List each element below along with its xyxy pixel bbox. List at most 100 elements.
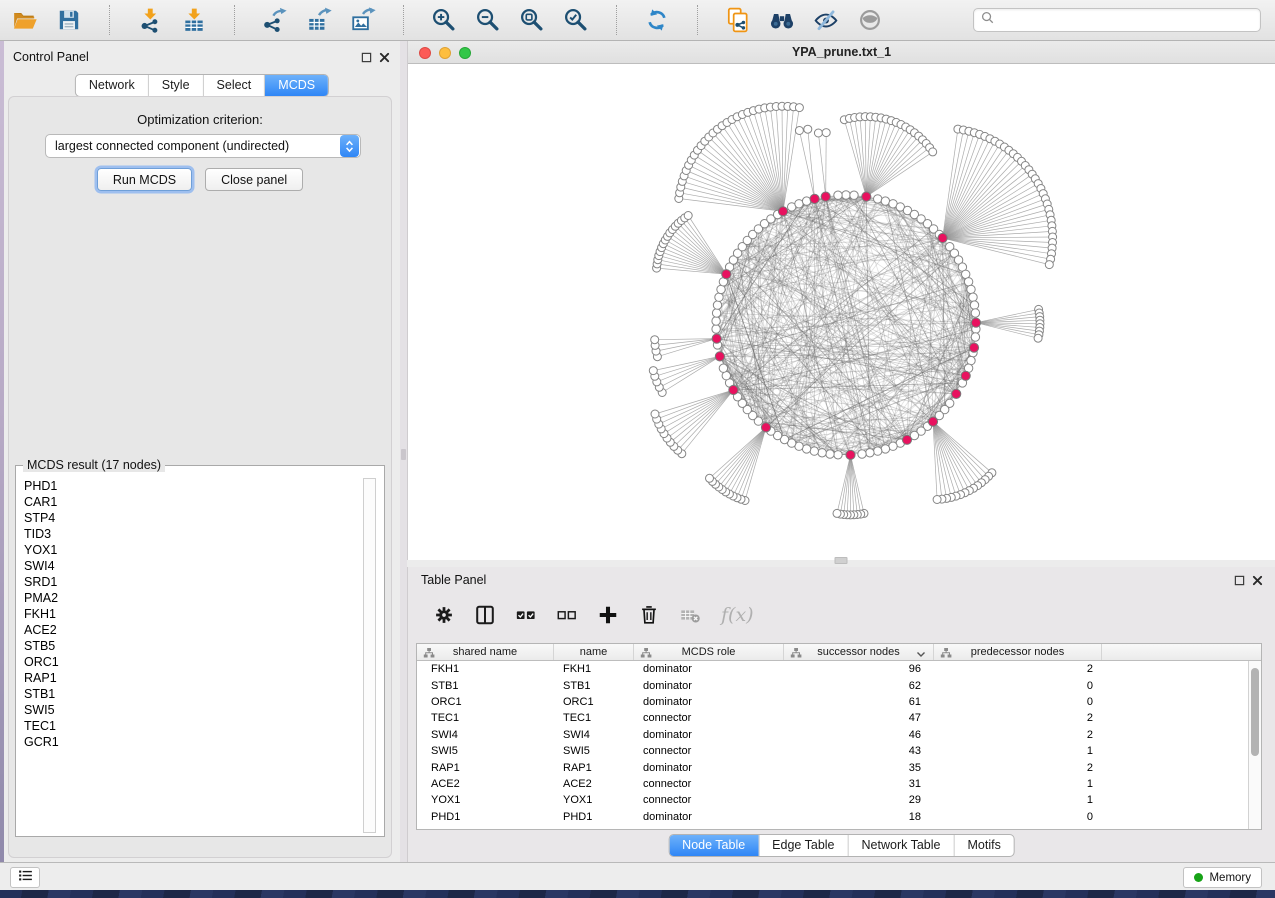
tab-mcds[interactable]: MCDS	[264, 75, 328, 96]
column-label: name	[580, 646, 608, 658]
mcds-result-item[interactable]: STB1	[17, 686, 362, 702]
unselect-all-button[interactable]	[555, 603, 579, 627]
run-mcds-button[interactable]: Run MCDS	[97, 168, 192, 191]
column-header-shared-name[interactable]: shared name	[417, 644, 554, 660]
toolbar-separator	[697, 5, 698, 35]
tab-network-table[interactable]: Network Table	[848, 835, 954, 856]
bird-eye-view-button[interactable]	[855, 5, 885, 35]
show-column-button[interactable]	[473, 603, 497, 627]
node-table-scrollbar[interactable]	[1248, 661, 1261, 829]
new-network-from-selection-button[interactable]	[723, 5, 753, 35]
table-row[interactable]: SWI5SWI5connector431	[417, 743, 1261, 759]
cell-shared-name: PHD1	[417, 811, 554, 823]
control-panel-close-icon[interactable]	[378, 51, 390, 63]
vertical-splitter-grip[interactable]	[401, 449, 406, 460]
select-all-button[interactable]	[514, 603, 538, 627]
toolbar-separator	[234, 5, 235, 35]
mcds-result-item[interactable]: STB5	[17, 638, 362, 654]
table-row[interactable]: STB1STB1dominator620	[417, 677, 1261, 693]
import-table-button[interactable]	[179, 5, 209, 35]
mcds-result-item[interactable]: GCR1	[17, 734, 362, 750]
search-box[interactable]	[973, 8, 1261, 32]
network-window: YPA_prune.txt_1	[407, 41, 1275, 560]
refresh-layout-button[interactable]	[642, 5, 672, 35]
tab-style[interactable]: Style	[148, 75, 203, 96]
cell-name: YOX1	[554, 794, 634, 806]
mcds-result-item[interactable]: SWI5	[17, 702, 362, 718]
network-canvas[interactable]	[408, 64, 1275, 560]
save-session-button[interactable]	[54, 5, 84, 35]
node-table-scrollbar-thumb[interactable]	[1251, 668, 1259, 756]
horizontal-splitter-grip[interactable]	[835, 557, 848, 564]
table-row[interactable]: ACE2ACE2connector311	[417, 776, 1261, 792]
mcds-result-item[interactable]: PMA2	[17, 590, 362, 606]
table-row[interactable]: YOX1YOX1connector291	[417, 792, 1261, 808]
delete-row-button[interactable]	[637, 603, 661, 627]
tab-node-table[interactable]: Node Table	[669, 835, 758, 856]
close-panel-button[interactable]: Close panel	[205, 168, 303, 191]
column-header-MCDS-role[interactable]: MCDS role	[634, 644, 784, 660]
export-network-button[interactable]	[260, 5, 290, 35]
cell-predecessor-nodes: 2	[934, 663, 1102, 675]
cell-successor-nodes: 46	[784, 729, 934, 741]
column-header-successor-nodes[interactable]: successor nodes	[784, 644, 934, 660]
table-row[interactable]: FKH1FKH1dominator962	[417, 661, 1261, 677]
mcds-result-item[interactable]: YOX1	[17, 542, 362, 558]
tab-select[interactable]: Select	[203, 75, 265, 96]
mcds-result-item[interactable]: CAR1	[17, 494, 362, 510]
menu-list-icon	[17, 867, 34, 889]
mcds-result-item[interactable]: PHD1	[17, 478, 362, 494]
table-panel-float-icon[interactable]	[1233, 574, 1245, 586]
export-table-button[interactable]	[304, 5, 334, 35]
zoom-out-button[interactable]	[473, 5, 503, 35]
cell-shared-name: ORC1	[417, 696, 554, 708]
column-header-name[interactable]: name	[554, 644, 634, 660]
mcds-result-item[interactable]: TEC1	[17, 718, 362, 734]
column-header-predecessor-nodes[interactable]: predecessor nodes	[934, 644, 1102, 660]
import-network-button[interactable]	[135, 5, 165, 35]
settings-gear-button[interactable]	[432, 603, 456, 627]
find-binoculars-button[interactable]	[767, 5, 797, 35]
toggle-graphics-details-button[interactable]	[811, 5, 841, 35]
control-panel-float-icon[interactable]	[360, 51, 372, 63]
vertical-splitter[interactable]	[400, 41, 407, 862]
table-row[interactable]: SWI4SWI4dominator462	[417, 727, 1261, 743]
mcds-result-item[interactable]: STP4	[17, 510, 362, 526]
cell-name: ORC1	[554, 696, 634, 708]
mcds-result-item[interactable]: SRD1	[17, 574, 362, 590]
table-panel: Table Panel f(x) shared namenameMCDS rol…	[407, 567, 1275, 862]
memory-button[interactable]: Memory	[1183, 867, 1262, 888]
mcds-result-scrollbar[interactable]	[363, 478, 376, 833]
mcds-result-item[interactable]: TID3	[17, 526, 362, 542]
tab-edge-table[interactable]: Edge Table	[758, 835, 847, 856]
criterion-select[interactable]: largest connected component (undirected)	[45, 134, 361, 158]
toolbar-separator	[616, 5, 617, 35]
search-input[interactable]	[995, 13, 1254, 27]
mcds-result-item[interactable]: ORC1	[17, 654, 362, 670]
table-row[interactable]: TEC1TEC1connector472	[417, 710, 1261, 726]
zoom-selected-button[interactable]	[561, 5, 591, 35]
zoom-fit-button[interactable]	[517, 5, 547, 35]
cell-shared-name: FKH1	[417, 663, 554, 675]
column-label: shared name	[453, 646, 517, 658]
mcds-result-item[interactable]: FKH1	[17, 606, 362, 622]
table-panel-close-icon[interactable]	[1251, 574, 1263, 586]
status-menu-button[interactable]	[10, 867, 40, 888]
mcds-result-list[interactable]: PHD1CAR1STP4TID3YOX1SWI4SRD1PMA2FKH1ACE2…	[17, 478, 362, 834]
mcds-result-item[interactable]: ACE2	[17, 622, 362, 638]
tab-motifs[interactable]: Motifs	[953, 835, 1013, 856]
table-row[interactable]: ORC1ORC1dominator610	[417, 694, 1261, 710]
mcds-result-item[interactable]: SWI4	[17, 558, 362, 574]
zoom-in-button[interactable]	[429, 5, 459, 35]
mcds-result-item[interactable]: RAP1	[17, 670, 362, 686]
add-row-button[interactable]	[596, 603, 620, 627]
tab-network[interactable]: Network	[76, 75, 148, 96]
network-graph[interactable]	[408, 64, 1275, 560]
export-image-button[interactable]	[348, 5, 378, 35]
open-file-button[interactable]	[10, 5, 40, 35]
cell-mcds-role: connector	[634, 712, 784, 724]
table-row[interactable]: RAP1RAP1dominator352	[417, 759, 1261, 775]
table-row[interactable]: PHD1PHD1dominator180	[417, 809, 1261, 825]
horizontal-splitter[interactable]	[407, 560, 1275, 567]
cell-successor-nodes: 47	[784, 712, 934, 724]
